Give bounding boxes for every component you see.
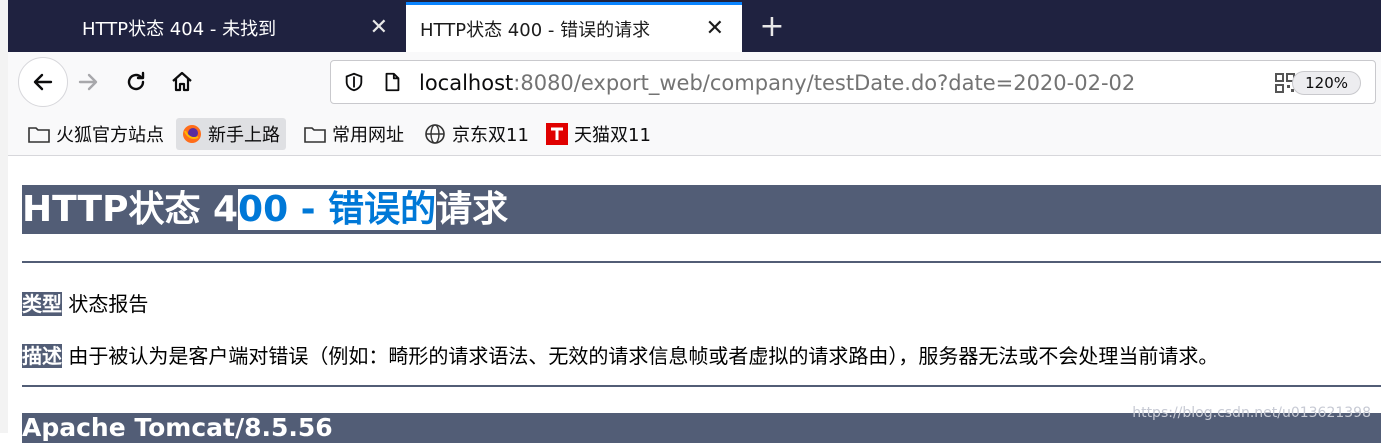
bookmarks-toolbar: 火狐官方站点 新手上路 常用网址 京东双11 天猫双11: [8, 112, 1381, 156]
divider: [22, 261, 1381, 263]
bookmark-tmall[interactable]: 天猫双11: [540, 118, 657, 150]
description-label: 描述: [22, 344, 62, 368]
bookmark-label: 火狐官方站点: [56, 125, 164, 146]
bookmark-common-sites[interactable]: 常用网址: [298, 118, 410, 150]
bookmark-label: 常用网址: [332, 125, 404, 146]
url-text[interactable]: localhost:8080/export_web/company/testDa…: [419, 71, 1135, 95]
bookmark-firefox-official[interactable]: 火狐官方站点: [22, 118, 170, 150]
arrow-left-icon: [33, 73, 53, 91]
arrow-right-icon: [78, 73, 98, 91]
watermark-text: https://blog.csdn.net/u013621398: [1132, 405, 1371, 421]
url-path: :8080/export_web/company/testDate.do?dat…: [513, 71, 1136, 95]
shield-icon[interactable]: [343, 71, 365, 93]
tab-bar: HTTP状态 404 - 未找到 ✕ HTTP状态 400 - 错误的请求 ✕ …: [8, 0, 1381, 52]
tab-404[interactable]: HTTP状态 404 - 未找到 ✕: [68, 4, 406, 52]
globe-icon: [425, 124, 445, 144]
forward-button[interactable]: [68, 62, 108, 102]
description-line: 描述 由于被认为是客户端对错误（例如：畸形的请求语法、无效的请求信息帧或者虚拟的…: [22, 340, 1218, 369]
firefox-icon: [183, 125, 201, 143]
bookmark-label: 新手上路: [208, 125, 280, 146]
type-line: 类型 状态报告: [22, 288, 148, 317]
bookmark-getting-started[interactable]: 新手上路: [176, 118, 286, 150]
divider: [22, 385, 1381, 387]
tmall-icon: [546, 123, 568, 145]
heading-selected-text: 00 - 错误的: [238, 189, 437, 230]
tab-close-icon[interactable]: ✕: [370, 17, 388, 39]
description-value: 由于被认为是客户端对错误（例如：畸形的请求语法、无效的请求信息帧或者虚拟的请求路…: [62, 344, 1219, 368]
error-heading: HTTP状态 400 - 错误的请求: [22, 185, 1381, 234]
new-tab-button[interactable]: +: [752, 10, 792, 46]
zoom-level-button[interactable]: 120%: [1292, 71, 1361, 95]
tab-400[interactable]: HTTP状态 400 - 错误的请求 ✕: [406, 2, 742, 52]
bookmark-jd[interactable]: 京东双11: [418, 118, 535, 150]
folder-icon: [304, 127, 326, 143]
home-button[interactable]: [162, 62, 202, 102]
page-info-icon[interactable]: [381, 71, 403, 93]
bookmark-label: 京东双11: [452, 125, 529, 146]
home-icon: [172, 71, 192, 92]
reload-icon: [127, 71, 145, 91]
reload-button[interactable]: [116, 62, 156, 102]
folder-icon: [28, 127, 50, 143]
heading-text: 请求: [436, 189, 509, 230]
back-button[interactable]: [18, 57, 68, 107]
bookmark-label: 天猫双11: [574, 125, 651, 146]
type-value: 状态报告: [62, 292, 149, 316]
url-host: localhost: [419, 71, 514, 95]
tab-title: HTTP状态 404 - 未找到: [82, 19, 277, 40]
type-label: 类型: [22, 292, 62, 316]
tab-title: HTTP状态 400 - 错误的请求: [420, 19, 651, 41]
page-content: HTTP状态 400 - 错误的请求 类型 状态报告 描述 由于被认为是客户端对…: [8, 156, 1381, 443]
navigation-toolbar: localhost:8080/export_web/company/testDa…: [8, 52, 1381, 112]
tab-close-icon[interactable]: ✕: [706, 17, 724, 40]
address-bar[interactable]: localhost:8080/export_web/company/testDa…: [330, 60, 1376, 104]
heading-text: HTTP状态 4: [22, 189, 239, 230]
